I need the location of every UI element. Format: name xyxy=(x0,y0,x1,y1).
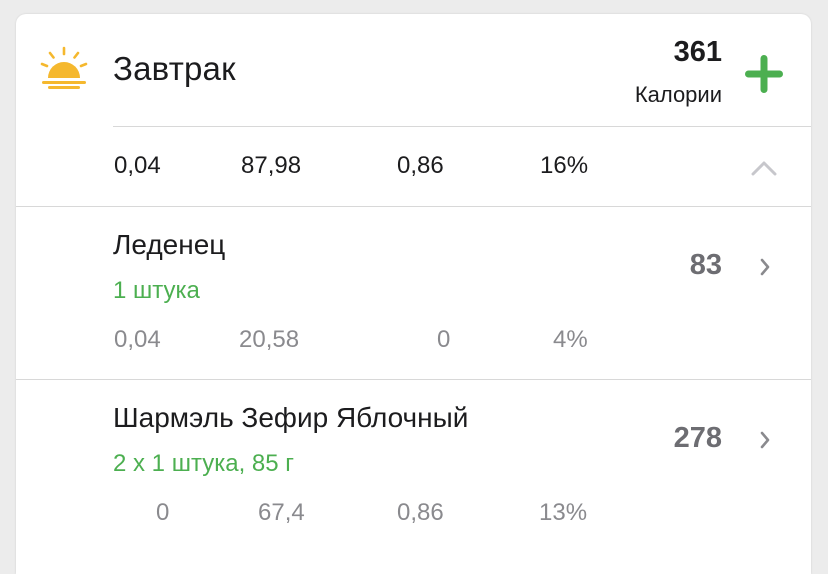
header-divider xyxy=(113,126,811,127)
food-item-value-2: 20,58 xyxy=(239,326,300,353)
meal-card: Завтрак 361 Калории 0,04 87,98 0,86 16% … xyxy=(16,14,811,574)
food-item-calories: 83 xyxy=(689,249,722,281)
food-item-value-1: 0 xyxy=(156,499,170,526)
food-item-row[interactable]: Шармэль Зефир Яблочный 2 x 1 штука, 85 г… xyxy=(16,380,811,552)
food-item-value-1: 0,04 xyxy=(114,326,161,353)
food-item-calories: 278 xyxy=(673,422,722,454)
food-item-value-4: 4% xyxy=(553,326,588,353)
summary-value-3: 0,86 xyxy=(397,152,444,179)
food-item-value-2: 67,4 xyxy=(258,499,305,526)
add-food-button[interactable] xyxy=(742,52,786,96)
food-item-name: Леденец xyxy=(113,229,226,260)
meal-calories-label: Калории xyxy=(634,82,722,107)
summary-value-2: 87,98 xyxy=(241,152,302,179)
meal-calories-value: 361 xyxy=(673,36,722,68)
food-item-row[interactable]: Леденец 1 штука 83 0,04 20,58 0 4% xyxy=(16,207,811,379)
food-item-portion: 2 x 1 штука, 85 г xyxy=(113,450,295,477)
sunrise-icon xyxy=(40,46,88,89)
chevron-right-icon xyxy=(760,258,770,276)
summary-value-4: 16% xyxy=(540,152,589,179)
summary-value-1: 0,04 xyxy=(114,152,161,179)
chevron-up-icon[interactable] xyxy=(749,158,779,178)
food-item-name: Шармэль Зефир Яблочный xyxy=(113,402,469,433)
food-item-portion: 1 штука xyxy=(113,277,200,304)
food-item-value-4: 13% xyxy=(539,499,588,526)
chevron-right-icon xyxy=(760,431,770,449)
meal-title: Завтрак xyxy=(113,50,236,87)
food-item-value-3: 0 xyxy=(437,326,451,353)
food-item-value-3: 0,86 xyxy=(397,499,444,526)
meal-header: Завтрак 361 Калории xyxy=(16,14,811,126)
